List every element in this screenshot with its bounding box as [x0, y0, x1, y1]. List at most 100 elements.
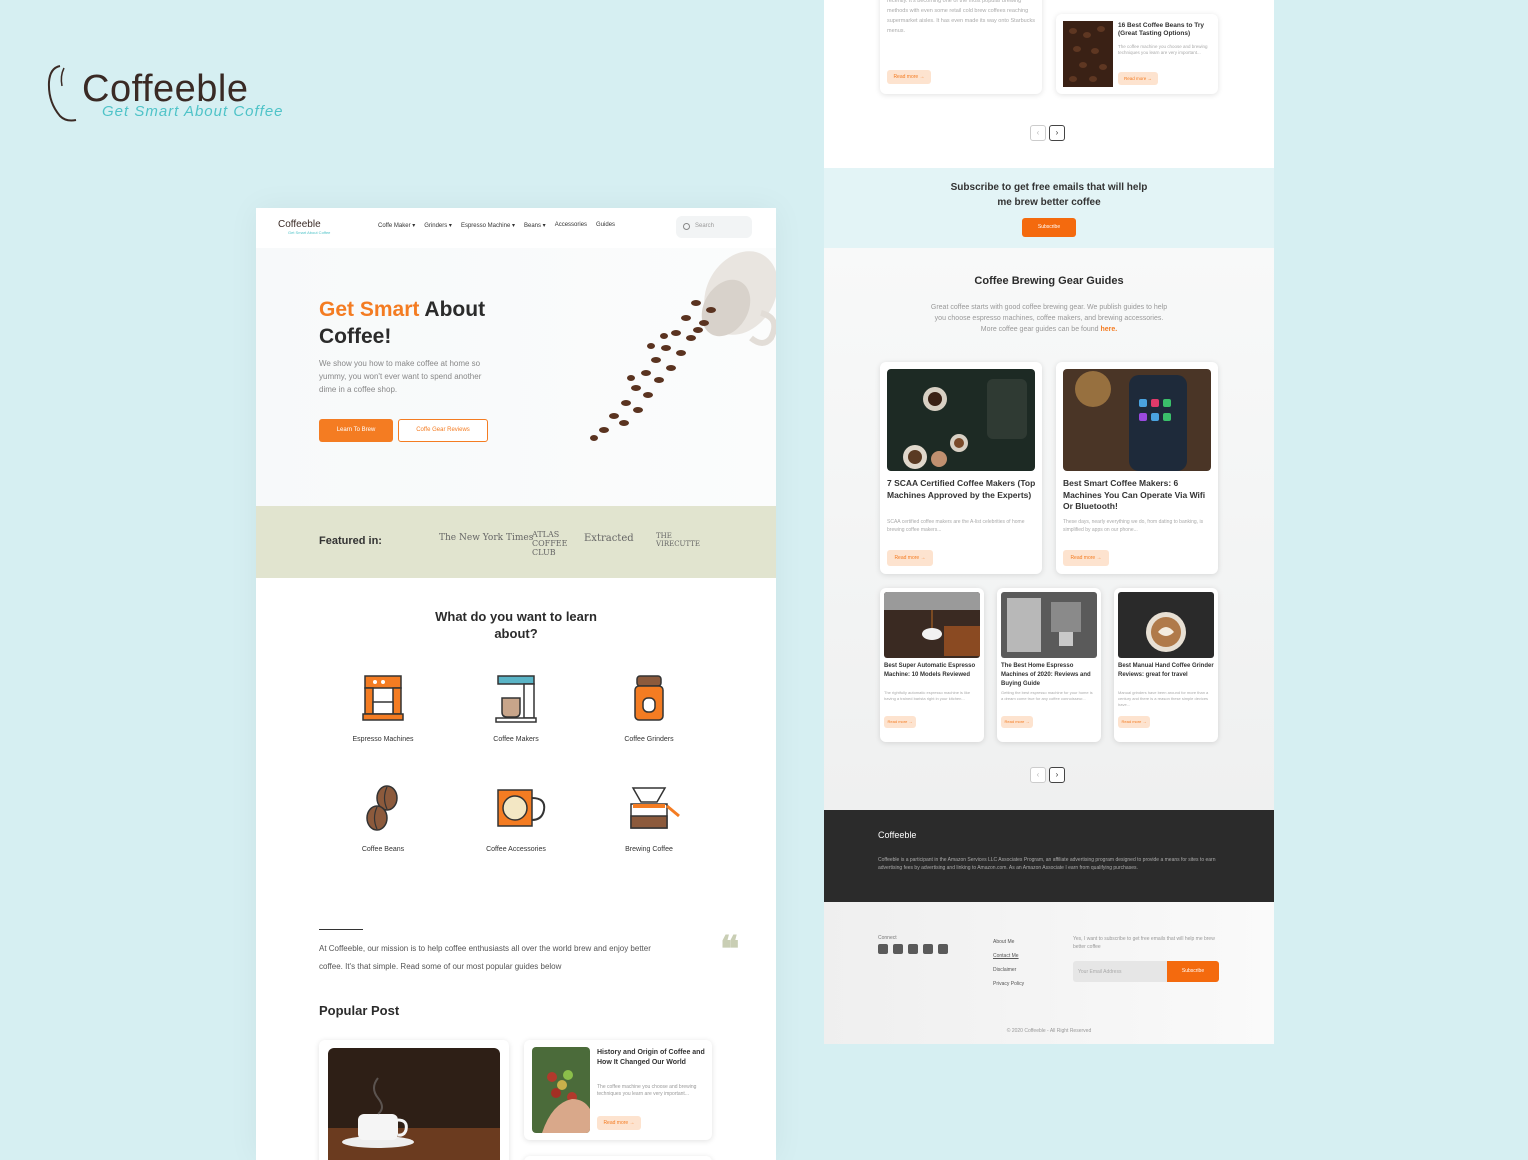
facebook-icon[interactable]	[878, 944, 888, 954]
newsletter-label: Yes, I want to subscribe to get free ema…	[1073, 936, 1215, 950]
gear-card-scaa[interactable]: 7 SCAA Certified Coffee Makers (Top Mach…	[880, 362, 1042, 574]
next-page-button[interactable]: ›	[1049, 125, 1065, 141]
nav-item-espresso-machine[interactable]: Espresso Machine ▾	[461, 222, 515, 229]
guides-page-mockup: recently. It's becoming one of the most …	[824, 0, 1274, 1044]
social-icons	[878, 944, 948, 954]
search-input[interactable]: Search	[676, 216, 752, 238]
footer-subscribe-button[interactable]: Subscribe	[1167, 961, 1219, 982]
post-title[interactable]: History and Origin of Coffee and How It …	[597, 1048, 707, 1068]
popular-card-main[interactable]	[319, 1040, 509, 1160]
learn-to-brew-button[interactable]: Learn To Brew	[319, 419, 393, 442]
here-link[interactable]: here.	[1101, 326, 1118, 333]
youtube-icon[interactable]	[893, 944, 903, 954]
coffee-cherries-image	[532, 1047, 590, 1133]
popular-card-next[interactable]	[524, 1156, 712, 1160]
hero-description: We show you how to make coffee at home s…	[319, 359, 482, 394]
wirecutter-logo: THE VIRECUTTE	[656, 532, 701, 548]
subscribe-text: Subscribe to get free emails that will h…	[950, 182, 1148, 208]
subscribe-button[interactable]: Subscribe	[1022, 218, 1076, 237]
pagination: ‹ ›	[1030, 125, 1065, 141]
footer-links: Connect About Me Contact Me Disclaimer P…	[824, 902, 1274, 1044]
mission-text: At Coffeeble, our mission is to help cof…	[319, 944, 651, 971]
top-card-cold-brew[interactable]: recently. It's becoming one of the most …	[880, 0, 1042, 94]
popular-post-title: Popular Post	[319, 1003, 400, 1018]
hero-section: Get Smart About Coffee! We show you how …	[256, 248, 776, 506]
extracted-logo: Extracted	[584, 533, 634, 544]
divider	[319, 929, 363, 930]
gear-description: Great coffee starts with good coffee bre…	[930, 304, 1168, 333]
smartphone-image	[1063, 369, 1211, 471]
spilled-beans-image	[590, 251, 776, 441]
affiliate-disclosure: Coffeeble is a participant in the Amazon…	[878, 857, 1216, 871]
footer-nav: About Me Contact Me Disclaimer Privacy P…	[993, 935, 1024, 991]
prev-page-button[interactable]: ‹	[1030, 125, 1046, 141]
coffee-beans-icon	[366, 785, 398, 831]
read-more-button[interactable]: Read more →	[1063, 550, 1109, 566]
subscribe-banner: Subscribe to get free emails that will h…	[824, 168, 1274, 248]
nyt-logo: The New York Times	[439, 533, 534, 543]
espresso-machine-image	[1001, 592, 1097, 658]
nav-menu: Coffe Maker ▾ Grinders ▾ Espresso Machin…	[378, 222, 615, 229]
read-more-button[interactable]: Read more →	[1001, 716, 1033, 728]
footer-logo[interactable]: Coffeeble	[878, 830, 916, 840]
footer-disclosure: Coffeeble Coffeeble is a participant in …	[824, 810, 1274, 902]
gear-card-super-automatic[interactable]: Best Super Automatic Espresso Machine: 1…	[880, 588, 984, 742]
prev-page-button[interactable]: ‹	[1030, 767, 1046, 783]
search-icon	[683, 223, 690, 230]
cup-logo-icon	[47, 65, 77, 122]
coffee-grinder-icon	[634, 675, 664, 721]
connect-label: Connect	[878, 935, 897, 941]
popular-card-history[interactable]: History and Origin of Coffee and How It …	[524, 1040, 712, 1140]
gear-card-hand-grinder[interactable]: Best Manual Hand Coffee Grinder Reviews:…	[1114, 588, 1218, 742]
featured-in-bar: Featured in: The New York Times ATLAS CO…	[256, 506, 776, 578]
homepage-mockup: Coffeeble Get Smart About Coffee Coffe M…	[256, 208, 776, 1160]
pinterest-icon[interactable]	[938, 944, 948, 954]
link-contact-me[interactable]: Contact Me	[993, 949, 1024, 963]
quote-icon: ❝	[720, 928, 740, 970]
coffee-accessories-icon	[497, 789, 546, 827]
coffee-maker-icon	[495, 675, 537, 723]
read-more-button[interactable]: Read more →	[1118, 716, 1150, 728]
brand-logo: Coffeeble Get Smart About Coffee	[46, 60, 306, 130]
latte-art-image	[1118, 592, 1214, 658]
gear-reviews-button[interactable]: Coffe Gear Reviews	[398, 419, 488, 442]
read-more-button[interactable]: Read more →	[597, 1116, 641, 1130]
learn-title: What do you want to learn about?	[435, 609, 597, 641]
gear-guides-section: Coffee Brewing Gear Guides Great coffee …	[824, 248, 1274, 810]
espresso-pour-image	[884, 592, 980, 658]
link-disclaimer[interactable]: Disclaimer	[993, 963, 1024, 977]
instagram-icon[interactable]	[923, 944, 933, 954]
next-page-button[interactable]: ›	[1049, 767, 1065, 783]
espresso-machine-icon	[362, 675, 404, 721]
featured-label: Featured in:	[319, 535, 382, 547]
nav-item-grinders[interactable]: Grinders ▾	[424, 222, 452, 229]
nav-item-coffe-maker[interactable]: Coffe Maker ▾	[378, 222, 415, 229]
gear-card-smart[interactable]: Best Smart Coffee Makers: 6 Machines You…	[1056, 362, 1218, 574]
gear-title: Coffee Brewing Gear Guides	[974, 275, 1124, 287]
read-more-button[interactable]: Read more →	[884, 716, 916, 728]
nav-logo[interactable]: Coffeeble Get Smart About Coffee	[278, 219, 330, 235]
twitter-icon[interactable]	[908, 944, 918, 954]
link-privacy-policy[interactable]: Privacy Policy	[993, 977, 1024, 991]
email-field[interactable]: Your Email Address	[1073, 961, 1167, 982]
coffee-cup-image	[328, 1048, 500, 1160]
read-more-button[interactable]: Read more →	[887, 70, 931, 84]
link-about-me[interactable]: About Me	[993, 935, 1024, 949]
coffee-beans-image	[1063, 21, 1113, 87]
nav-item-guides[interactable]: Guides	[596, 222, 615, 229]
top-card-coffee-beans[interactable]: 16 Best Coffee Beans to Try (Great Tasti…	[1056, 14, 1218, 94]
post-excerpt: The coffee machine you choose and brewin…	[597, 1084, 697, 1097]
pagination: ‹ ›	[1030, 767, 1065, 783]
nav-item-beans[interactable]: Beans ▾	[524, 222, 546, 229]
gear-card-home-espresso[interactable]: The Best Home Espresso Machines of 2020:…	[997, 588, 1101, 742]
brand-tagline: Get Smart About Coffee	[102, 103, 284, 120]
top-nav: Coffeeble Get Smart About Coffee Coffe M…	[256, 208, 776, 248]
coffee-table-image	[887, 369, 1035, 471]
brewing-coffee-icon	[630, 787, 680, 829]
hero-title: Get Smart About Coffee!	[319, 298, 486, 348]
atlas-logo: ATLAS COFFEE CLUB	[532, 530, 568, 557]
read-more-button[interactable]: Read more →	[1118, 72, 1158, 85]
copyright: © 2020 Coffeeble - All Right Reserved	[1006, 1028, 1092, 1034]
read-more-button[interactable]: Read more →	[887, 550, 933, 566]
nav-item-accessories[interactable]: Accessories	[555, 222, 587, 229]
